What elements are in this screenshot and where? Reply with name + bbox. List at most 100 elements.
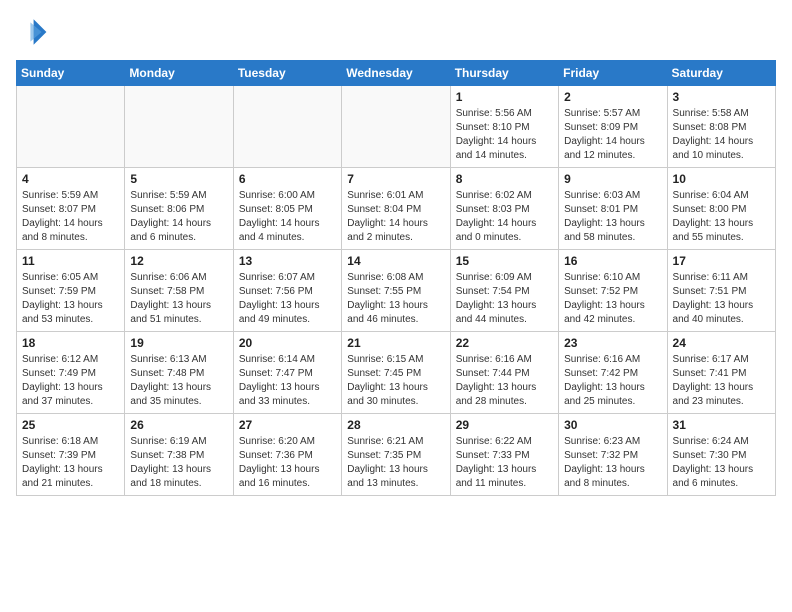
calendar-cell: 29Sunrise: 6:22 AM Sunset: 7:33 PM Dayli… <box>450 414 558 496</box>
day-info: Sunrise: 6:08 AM Sunset: 7:55 PM Dayligh… <box>347 271 444 327</box>
calendar-header: SundayMondayTuesdayWednesdayThursdayFrid… <box>17 61 776 86</box>
day-info: Sunrise: 6:04 AM Sunset: 8:00 PM Dayligh… <box>673 189 770 245</box>
calendar-cell: 5Sunrise: 5:59 AM Sunset: 8:06 PM Daylig… <box>125 168 233 250</box>
day-info: Sunrise: 6:23 AM Sunset: 7:32 PM Dayligh… <box>564 435 661 491</box>
calendar-cell: 14Sunrise: 6:08 AM Sunset: 7:55 PM Dayli… <box>342 250 450 332</box>
calendar-cell: 10 Sunrise: 6:04 AM Sunset: 8:00 PM Dayli… <box>667 168 775 250</box>
calendar-cell: 4 Sunrise: 5:59 AM Sunset: 8:07 PM Daylig… <box>17 168 125 250</box>
calendar-cell: 23 Sunrise: 6:16 AM Sunset: 7:42 PM Dayli… <box>559 332 667 414</box>
day-info: Sunrise: 6:09 AM Sunset: 7:54 PM Dayligh… <box>456 271 553 327</box>
week-row-0: 1Sunrise: 5:56 AM Sunset: 8:10 PM Daylig… <box>17 86 776 168</box>
header-cell-saturday: Saturday <box>667 61 775 86</box>
calendar-cell: 28 Sunrise: 6:21 AM Sunset: 7:35 PM Dayli… <box>342 414 450 496</box>
day-number: 20 <box>239 336 336 350</box>
logo-icon <box>16 16 48 48</box>
day-info: Sunrise: 6:17 AM Sunset: 7:41 PM Dayligh… <box>673 353 770 409</box>
day-number: 7 <box>347 172 444 186</box>
day-info: Sunrise: 5:58 AM Sunset: 8:08 PM Dayligh… <box>673 107 770 163</box>
day-number: 22 <box>456 336 553 350</box>
day-info: Sunrise: 6:11 AM Sunset: 7:51 PM Dayligh… <box>673 271 770 327</box>
day-number: 24 <box>673 336 770 350</box>
day-info: Sunrise: 5:59 AM Sunset: 8:06 PM Dayligh… <box>130 189 227 245</box>
day-number: 15 <box>456 254 553 268</box>
day-info: Sunrise: 6:21 AM Sunset: 7:35 PM Dayligh… <box>347 435 444 491</box>
day-info: Sunrise: 6:15 AM Sunset: 7:45 PM Dayligh… <box>347 353 444 409</box>
calendar-cell: 26 Sunrise: 6:19 AM Sunset: 7:38 PM Dayli… <box>125 414 233 496</box>
day-info: Sunrise: 6:14 AM Sunset: 7:47 PM Dayligh… <box>239 353 336 409</box>
day-info: Sunrise: 6:06 AM Sunset: 7:58 PM Dayligh… <box>130 271 227 327</box>
day-number: 4 <box>22 172 119 186</box>
day-info: Sunrise: 6:16 AM Sunset: 7:44 PM Dayligh… <box>456 353 553 409</box>
calendar-cell: 31Sunrise: 6:24 AM Sunset: 7:30 PM Dayli… <box>667 414 775 496</box>
day-info: Sunrise: 6:18 AM Sunset: 7:39 PM Dayligh… <box>22 435 119 491</box>
day-number: 23 <box>564 336 661 350</box>
day-number: 10 <box>673 172 770 186</box>
calendar-cell <box>17 86 125 168</box>
calendar-cell: 12 Sunrise: 6:06 AM Sunset: 7:58 PM Dayli… <box>125 250 233 332</box>
calendar-cell: 11 Sunrise: 6:05 AM Sunset: 7:59 PM Dayli… <box>17 250 125 332</box>
calendar-body: 1Sunrise: 5:56 AM Sunset: 8:10 PM Daylig… <box>17 86 776 496</box>
logo <box>16 16 52 48</box>
header-row: SundayMondayTuesdayWednesdayThursdayFrid… <box>17 61 776 86</box>
day-info: Sunrise: 6:05 AM Sunset: 7:59 PM Dayligh… <box>22 271 119 327</box>
day-info: Sunrise: 6:20 AM Sunset: 7:36 PM Dayligh… <box>239 435 336 491</box>
day-number: 6 <box>239 172 336 186</box>
day-number: 25 <box>22 418 119 432</box>
day-number: 11 <box>22 254 119 268</box>
header-cell-sunday: Sunday <box>17 61 125 86</box>
calendar-cell: 20 Sunrise: 6:14 AM Sunset: 7:47 PM Dayli… <box>233 332 341 414</box>
calendar-table: SundayMondayTuesdayWednesdayThursdayFrid… <box>16 60 776 496</box>
day-info: Sunrise: 6:07 AM Sunset: 7:56 PM Dayligh… <box>239 271 336 327</box>
day-number: 26 <box>130 418 227 432</box>
week-row-3: 18Sunrise: 6:12 AM Sunset: 7:49 PM Dayli… <box>17 332 776 414</box>
calendar-cell: 30 Sunrise: 6:23 AM Sunset: 7:32 PM Dayli… <box>559 414 667 496</box>
calendar-cell <box>233 86 341 168</box>
day-number: 30 <box>564 418 661 432</box>
day-number: 19 <box>130 336 227 350</box>
calendar-cell: 22 Sunrise: 6:16 AM Sunset: 7:44 PM Dayli… <box>450 332 558 414</box>
day-info: Sunrise: 5:56 AM Sunset: 8:10 PM Dayligh… <box>456 107 553 163</box>
day-number: 8 <box>456 172 553 186</box>
header-cell-thursday: Thursday <box>450 61 558 86</box>
day-info: Sunrise: 6:16 AM Sunset: 7:42 PM Dayligh… <box>564 353 661 409</box>
day-info: Sunrise: 6:19 AM Sunset: 7:38 PM Dayligh… <box>130 435 227 491</box>
day-number: 17 <box>673 254 770 268</box>
calendar-cell: 13Sunrise: 6:07 AM Sunset: 7:56 PM Dayli… <box>233 250 341 332</box>
week-row-1: 4 Sunrise: 5:59 AM Sunset: 8:07 PM Daylig… <box>17 168 776 250</box>
header-cell-wednesday: Wednesday <box>342 61 450 86</box>
calendar-cell: 7Sunrise: 6:01 AM Sunset: 8:04 PM Daylig… <box>342 168 450 250</box>
day-number: 21 <box>347 336 444 350</box>
day-number: 28 <box>347 418 444 432</box>
day-info: Sunrise: 6:02 AM Sunset: 8:03 PM Dayligh… <box>456 189 553 245</box>
calendar-cell: 16 Sunrise: 6:10 AM Sunset: 7:52 PM Dayli… <box>559 250 667 332</box>
day-info: Sunrise: 6:13 AM Sunset: 7:48 PM Dayligh… <box>130 353 227 409</box>
page-header <box>16 16 776 48</box>
week-row-4: 25 Sunrise: 6:18 AM Sunset: 7:39 PM Dayli… <box>17 414 776 496</box>
header-cell-friday: Friday <box>559 61 667 86</box>
calendar-cell: 2Sunrise: 5:57 AM Sunset: 8:09 PM Daylig… <box>559 86 667 168</box>
calendar-cell: 6 Sunrise: 6:00 AM Sunset: 8:05 PM Daylig… <box>233 168 341 250</box>
day-info: Sunrise: 5:59 AM Sunset: 8:07 PM Dayligh… <box>22 189 119 245</box>
header-cell-tuesday: Tuesday <box>233 61 341 86</box>
day-info: Sunrise: 6:10 AM Sunset: 7:52 PM Dayligh… <box>564 271 661 327</box>
day-number: 27 <box>239 418 336 432</box>
calendar-cell: 3 Sunrise: 5:58 AM Sunset: 8:08 PM Daylig… <box>667 86 775 168</box>
day-number: 9 <box>564 172 661 186</box>
calendar-cell: 8 Sunrise: 6:02 AM Sunset: 8:03 PM Daylig… <box>450 168 558 250</box>
day-number: 18 <box>22 336 119 350</box>
calendar-cell: 27 Sunrise: 6:20 AM Sunset: 7:36 PM Dayli… <box>233 414 341 496</box>
calendar-cell <box>125 86 233 168</box>
week-row-2: 11 Sunrise: 6:05 AM Sunset: 7:59 PM Dayli… <box>17 250 776 332</box>
day-info: Sunrise: 6:00 AM Sunset: 8:05 PM Dayligh… <box>239 189 336 245</box>
calendar-cell: 17 Sunrise: 6:11 AM Sunset: 7:51 PM Dayli… <box>667 250 775 332</box>
day-number: 16 <box>564 254 661 268</box>
calendar-cell: 9Sunrise: 6:03 AM Sunset: 8:01 PM Daylig… <box>559 168 667 250</box>
calendar-cell: 1Sunrise: 5:56 AM Sunset: 8:10 PM Daylig… <box>450 86 558 168</box>
calendar-cell: 15 Sunrise: 6:09 AM Sunset: 7:54 PM Dayli… <box>450 250 558 332</box>
calendar-cell: 24 Sunrise: 6:17 AM Sunset: 7:41 PM Dayli… <box>667 332 775 414</box>
calendar-cell: 21 Sunrise: 6:15 AM Sunset: 7:45 PM Dayli… <box>342 332 450 414</box>
day-number: 12 <box>130 254 227 268</box>
day-info: Sunrise: 6:24 AM Sunset: 7:30 PM Dayligh… <box>673 435 770 491</box>
day-number: 3 <box>673 90 770 104</box>
calendar-cell: 19 Sunrise: 6:13 AM Sunset: 7:48 PM Dayli… <box>125 332 233 414</box>
